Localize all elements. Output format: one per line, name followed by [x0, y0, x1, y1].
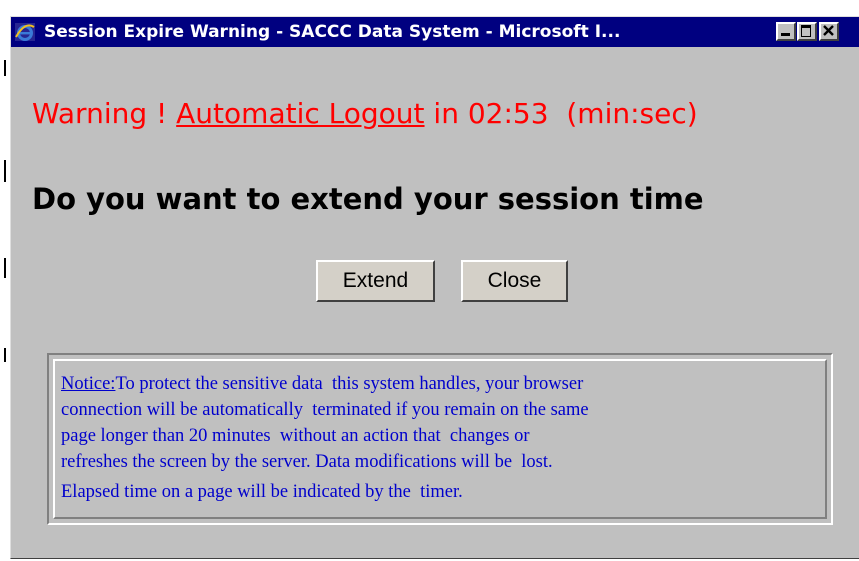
minimize-button[interactable] [776, 22, 796, 41]
logout-warning: Warning ! Automatic Logout in 02:53 (min… [32, 97, 698, 130]
notice-line-4: refreshes the screen by the server. Data… [61, 452, 553, 472]
background-edge-mark [4, 60, 6, 76]
background-edge-mark [4, 348, 6, 362]
notice-label: Notice: [61, 374, 116, 394]
title-bar[interactable]: Session Expire Warning - SACCC Data Syst… [11, 17, 859, 47]
notice-line: Notice:To protect the sensitive data thi… [61, 371, 831, 397]
maximize-button[interactable] [797, 22, 817, 41]
extend-question: Do you want to extend your session time [32, 182, 704, 216]
timer-units: (min:sec) [548, 97, 698, 130]
warning-prefix: Warning ! [32, 97, 177, 130]
notice-inner-frame: Notice:To protect the sensitive data thi… [53, 359, 827, 519]
internet-explorer-icon[interactable] [15, 23, 35, 41]
close-icon [822, 24, 836, 42]
notice-box: Notice:To protect the sensitive data thi… [47, 353, 833, 525]
window-title: Session Expire Warning - SACCC Data Syst… [44, 22, 621, 42]
automatic-logout-link[interactable]: Automatic Logout [176, 97, 424, 130]
warning-middle: in [424, 97, 468, 130]
minimize-icon [781, 33, 790, 36]
notice-line-2: connection will be automatically termina… [61, 400, 589, 420]
close-button[interactable] [819, 22, 839, 41]
notice-line-3: page longer than 20 minutes without an a… [61, 426, 530, 446]
notice-footer: Elapsed time on a page will be indicated… [61, 482, 463, 502]
maximize-icon [801, 25, 811, 37]
countdown-timer: 02:53 [467, 97, 549, 130]
notice-text: Notice:To protect the sensitive data thi… [61, 371, 831, 505]
session-warning-window: Session Expire Warning - SACCC Data Syst… [10, 16, 859, 559]
notice-line-1: To protect the sensitive data this syste… [115, 374, 584, 394]
close-dialog-button[interactable]: Close [461, 260, 568, 302]
background-edge-mark [4, 258, 6, 278]
extend-button[interactable]: Extend [316, 260, 435, 302]
background-edge-mark [4, 160, 6, 182]
